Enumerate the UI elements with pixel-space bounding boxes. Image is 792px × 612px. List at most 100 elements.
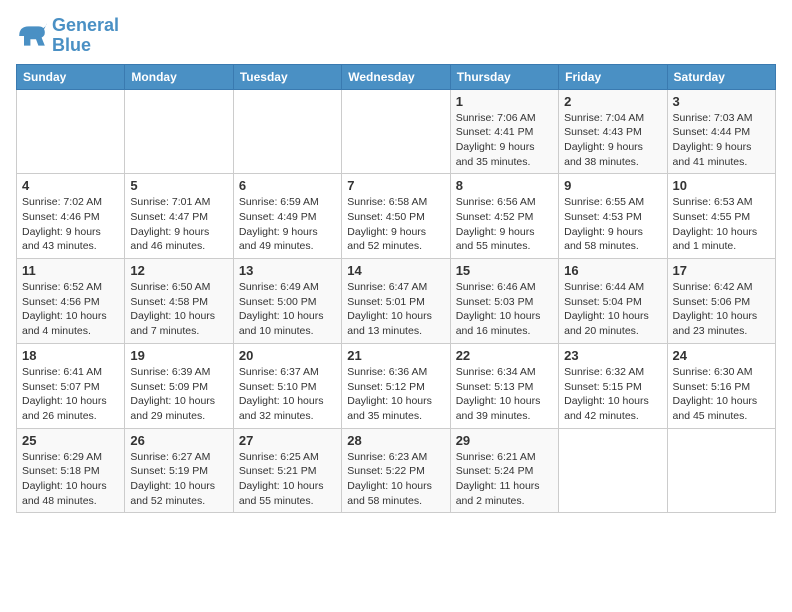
day-info: Sunrise: 6:32 AM Sunset: 5:15 PM Dayligh…	[564, 365, 661, 424]
day-info: Sunrise: 6:52 AM Sunset: 4:56 PM Dayligh…	[22, 280, 119, 339]
day-info: Sunrise: 6:23 AM Sunset: 5:22 PM Dayligh…	[347, 450, 444, 509]
header-row: SundayMondayTuesdayWednesdayThursdayFrid…	[17, 64, 776, 89]
day-info: Sunrise: 7:06 AM Sunset: 4:41 PM Dayligh…	[456, 111, 553, 170]
calendar-cell: 20 Sunrise: 6:37 AM Sunset: 5:10 PM Dayli…	[233, 343, 341, 428]
logo: General Blue	[16, 16, 119, 56]
calendar-cell: 14 Sunrise: 6:47 AM Sunset: 5:01 PM Dayli…	[342, 259, 450, 344]
calendar-cell: 12Sunrise: 6:50 AM Sunset: 4:58 PM Dayli…	[125, 259, 233, 344]
day-number: 23	[564, 348, 661, 363]
calendar-cell: 7Sunrise: 6:58 AM Sunset: 4:50 PM Daylig…	[342, 174, 450, 259]
day-number: 2	[564, 94, 661, 109]
day-number: 9	[564, 178, 661, 193]
weekday-header-wednesday: Wednesday	[342, 64, 450, 89]
day-number: 22	[456, 348, 553, 363]
day-number: 13	[239, 263, 336, 278]
day-info: Sunrise: 6:50 AM Sunset: 4:58 PM Dayligh…	[130, 280, 227, 339]
calendar-cell: 3 Sunrise: 7:03 AM Sunset: 4:44 PM Daylig…	[667, 89, 775, 174]
day-info: Sunrise: 7:03 AM Sunset: 4:44 PM Dayligh…	[673, 111, 770, 170]
day-number: 4	[22, 178, 119, 193]
calendar-cell	[342, 89, 450, 174]
day-info: Sunrise: 6:29 AM Sunset: 5:18 PM Dayligh…	[22, 450, 119, 509]
page-header: General Blue	[16, 16, 776, 56]
calendar-table: SundayMondayTuesdayWednesdayThursdayFrid…	[16, 64, 776, 514]
day-info: Sunrise: 7:04 AM Sunset: 4:43 PM Dayligh…	[564, 111, 661, 170]
day-info: Sunrise: 6:59 AM Sunset: 4:49 PM Dayligh…	[239, 195, 336, 254]
day-info: Sunrise: 6:21 AM Sunset: 5:24 PM Dayligh…	[456, 450, 553, 509]
calendar-body: 1 Sunrise: 7:06 AM Sunset: 4:41 PM Daylig…	[17, 89, 776, 513]
day-info: Sunrise: 6:44 AM Sunset: 5:04 PM Dayligh…	[564, 280, 661, 339]
calendar-week-5: 25 Sunrise: 6:29 AM Sunset: 5:18 PM Dayli…	[17, 428, 776, 513]
calendar-cell: 6 Sunrise: 6:59 AM Sunset: 4:49 PM Daylig…	[233, 174, 341, 259]
day-info: Sunrise: 6:37 AM Sunset: 5:10 PM Dayligh…	[239, 365, 336, 424]
day-info: Sunrise: 6:49 AM Sunset: 5:00 PM Dayligh…	[239, 280, 336, 339]
day-info: Sunrise: 6:30 AM Sunset: 5:16 PM Dayligh…	[673, 365, 770, 424]
calendar-cell: 24 Sunrise: 6:30 AM Sunset: 5:16 PM Dayli…	[667, 343, 775, 428]
day-number: 28	[347, 433, 444, 448]
calendar-cell: 10 Sunrise: 6:53 AM Sunset: 4:55 PM Dayli…	[667, 174, 775, 259]
calendar-cell	[233, 89, 341, 174]
day-number: 10	[673, 178, 770, 193]
day-number: 17	[673, 263, 770, 278]
day-number: 7	[347, 178, 444, 193]
day-number: 19	[130, 348, 227, 363]
day-info: Sunrise: 6:42 AM Sunset: 5:06 PM Dayligh…	[673, 280, 770, 339]
calendar-cell: 22 Sunrise: 6:34 AM Sunset: 5:13 PM Dayli…	[450, 343, 558, 428]
day-number: 20	[239, 348, 336, 363]
calendar-cell: 15 Sunrise: 6:46 AM Sunset: 5:03 PM Dayli…	[450, 259, 558, 344]
calendar-cell: 23 Sunrise: 6:32 AM Sunset: 5:15 PM Dayli…	[559, 343, 667, 428]
calendar-cell: 1 Sunrise: 7:06 AM Sunset: 4:41 PM Daylig…	[450, 89, 558, 174]
calendar-cell: 29Sunrise: 6:21 AM Sunset: 5:24 PM Dayli…	[450, 428, 558, 513]
day-number: 1	[456, 94, 553, 109]
weekday-header-tuesday: Tuesday	[233, 64, 341, 89]
calendar-cell: 21 Sunrise: 6:36 AM Sunset: 5:12 PM Dayli…	[342, 343, 450, 428]
logo-icon	[16, 20, 48, 52]
day-number: 8	[456, 178, 553, 193]
day-info: Sunrise: 6:55 AM Sunset: 4:53 PM Dayligh…	[564, 195, 661, 254]
day-number: 18	[22, 348, 119, 363]
calendar-cell	[667, 428, 775, 513]
calendar-cell: 5 Sunrise: 7:01 AM Sunset: 4:47 PM Daylig…	[125, 174, 233, 259]
logo-text-general: General	[52, 16, 119, 36]
day-info: Sunrise: 6:34 AM Sunset: 5:13 PM Dayligh…	[456, 365, 553, 424]
day-info: Sunrise: 6:41 AM Sunset: 5:07 PM Dayligh…	[22, 365, 119, 424]
calendar-cell: 27Sunrise: 6:25 AM Sunset: 5:21 PM Dayli…	[233, 428, 341, 513]
day-info: Sunrise: 6:53 AM Sunset: 4:55 PM Dayligh…	[673, 195, 770, 254]
calendar-cell: 11Sunrise: 6:52 AM Sunset: 4:56 PM Dayli…	[17, 259, 125, 344]
day-info: Sunrise: 6:47 AM Sunset: 5:01 PM Dayligh…	[347, 280, 444, 339]
day-number: 24	[673, 348, 770, 363]
day-number: 15	[456, 263, 553, 278]
calendar-cell	[559, 428, 667, 513]
day-number: 6	[239, 178, 336, 193]
day-info: Sunrise: 6:46 AM Sunset: 5:03 PM Dayligh…	[456, 280, 553, 339]
logo-text-blue: Blue	[52, 36, 119, 56]
weekday-header-sunday: Sunday	[17, 64, 125, 89]
day-info: Sunrise: 7:01 AM Sunset: 4:47 PM Dayligh…	[130, 195, 227, 254]
day-info: Sunrise: 6:39 AM Sunset: 5:09 PM Dayligh…	[130, 365, 227, 424]
calendar-cell: 17 Sunrise: 6:42 AM Sunset: 5:06 PM Dayli…	[667, 259, 775, 344]
day-info: Sunrise: 7:02 AM Sunset: 4:46 PM Dayligh…	[22, 195, 119, 254]
day-number: 16	[564, 263, 661, 278]
day-number: 26	[130, 433, 227, 448]
calendar-cell	[17, 89, 125, 174]
calendar-cell: 28 Sunrise: 6:23 AM Sunset: 5:22 PM Dayli…	[342, 428, 450, 513]
calendar-cell: 8Sunrise: 6:56 AM Sunset: 4:52 PM Daylig…	[450, 174, 558, 259]
calendar-week-2: 4 Sunrise: 7:02 AM Sunset: 4:46 PM Daylig…	[17, 174, 776, 259]
weekday-header-monday: Monday	[125, 64, 233, 89]
day-number: 25	[22, 433, 119, 448]
day-number: 5	[130, 178, 227, 193]
day-info: Sunrise: 6:25 AM Sunset: 5:21 PM Dayligh…	[239, 450, 336, 509]
day-number: 21	[347, 348, 444, 363]
calendar-cell: 2 Sunrise: 7:04 AM Sunset: 4:43 PM Daylig…	[559, 89, 667, 174]
calendar-cell: 4 Sunrise: 7:02 AM Sunset: 4:46 PM Daylig…	[17, 174, 125, 259]
calendar-cell: 18 Sunrise: 6:41 AM Sunset: 5:07 PM Dayli…	[17, 343, 125, 428]
weekday-header-saturday: Saturday	[667, 64, 775, 89]
weekday-header-friday: Friday	[559, 64, 667, 89]
day-number: 3	[673, 94, 770, 109]
calendar-cell: 25 Sunrise: 6:29 AM Sunset: 5:18 PM Dayli…	[17, 428, 125, 513]
calendar-week-4: 18 Sunrise: 6:41 AM Sunset: 5:07 PM Dayli…	[17, 343, 776, 428]
calendar-cell: 19 Sunrise: 6:39 AM Sunset: 5:09 PM Dayli…	[125, 343, 233, 428]
day-number: 14	[347, 263, 444, 278]
day-info: Sunrise: 6:36 AM Sunset: 5:12 PM Dayligh…	[347, 365, 444, 424]
calendar-cell: 26Sunrise: 6:27 AM Sunset: 5:19 PM Dayli…	[125, 428, 233, 513]
weekday-header-thursday: Thursday	[450, 64, 558, 89]
